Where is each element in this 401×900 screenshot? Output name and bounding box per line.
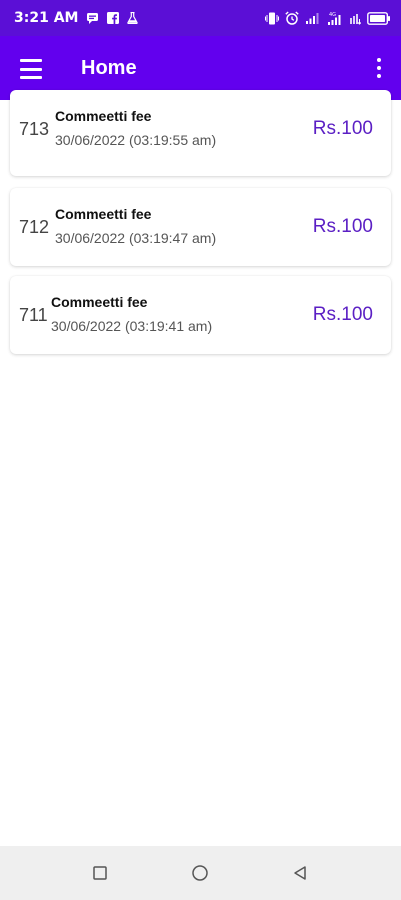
svg-text:4G: 4G <box>329 12 336 18</box>
system-nav-bar <box>0 846 401 900</box>
transaction-id: 712 <box>19 217 50 237</box>
battery-icon <box>367 11 391 25</box>
transaction-amount: Rs.100 <box>312 304 373 325</box>
back-triangle-icon[interactable] <box>290 863 310 883</box>
transaction-amount: Rs.100 <box>312 118 373 139</box>
transaction-title: Commeetti fee <box>51 294 148 310</box>
transaction-title: Commeetti fee <box>55 108 152 124</box>
transaction-title: Commeetti fee <box>55 206 152 222</box>
recents-square-icon[interactable] <box>90 863 110 883</box>
status-left-icons <box>86 12 139 24</box>
hamburger-menu-icon[interactable] <box>20 57 44 81</box>
transaction-amount: Rs.100 <box>312 216 373 237</box>
flask-icon <box>127 12 139 24</box>
list-item[interactable]: 711 Commeetti fee 30/06/2022 (03:19:41 a… <box>10 276 391 354</box>
transaction-datetime: 30/06/2022 (03:19:41 am) <box>51 318 213 334</box>
facebook-icon <box>107 12 120 24</box>
transaction-id: 713 <box>19 119 50 139</box>
alarm-icon <box>285 11 299 25</box>
transaction-id: 711 <box>19 305 48 325</box>
list-item[interactable]: 712 Commeetti fee 30/06/2022 (03:19:47 a… <box>10 188 391 266</box>
vibrate-icon <box>265 12 279 25</box>
more-vert-icon[interactable] <box>375 58 383 78</box>
status-right-icons: 4G <box>265 11 391 25</box>
wifi-icon <box>349 12 361 25</box>
signal-icon: 4G <box>327 11 343 25</box>
status-time: 3:21 AM <box>14 10 79 26</box>
status-bar: 3:21 AM 4G <box>0 0 401 36</box>
message-icon <box>86 12 99 24</box>
list-item[interactable]: 713 Commeetti fee 30/06/2022 (03:19:55 a… <box>10 90 391 176</box>
transaction-datetime: 30/06/2022 (03:19:47 am) <box>55 230 217 246</box>
signal-icon <box>305 12 321 24</box>
transaction-datetime: 30/06/2022 (03:19:55 am) <box>55 132 217 148</box>
home-circle-icon[interactable] <box>190 863 210 883</box>
